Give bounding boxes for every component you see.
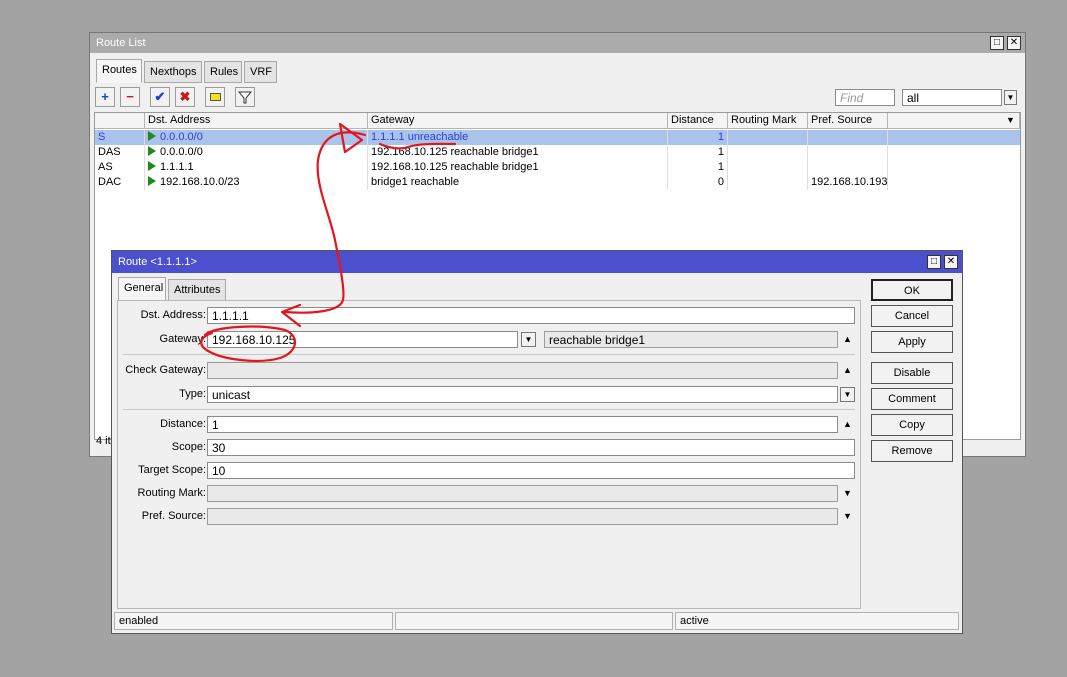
gateway-circle: [200, 325, 296, 362]
red-annotation-overlay: [200, 122, 457, 362]
unreachable-underline: [378, 142, 457, 150]
arrow-head-top: [338, 122, 364, 154]
arrow-curve: [283, 131, 367, 314]
arrow-head-bottom: [280, 303, 302, 328]
